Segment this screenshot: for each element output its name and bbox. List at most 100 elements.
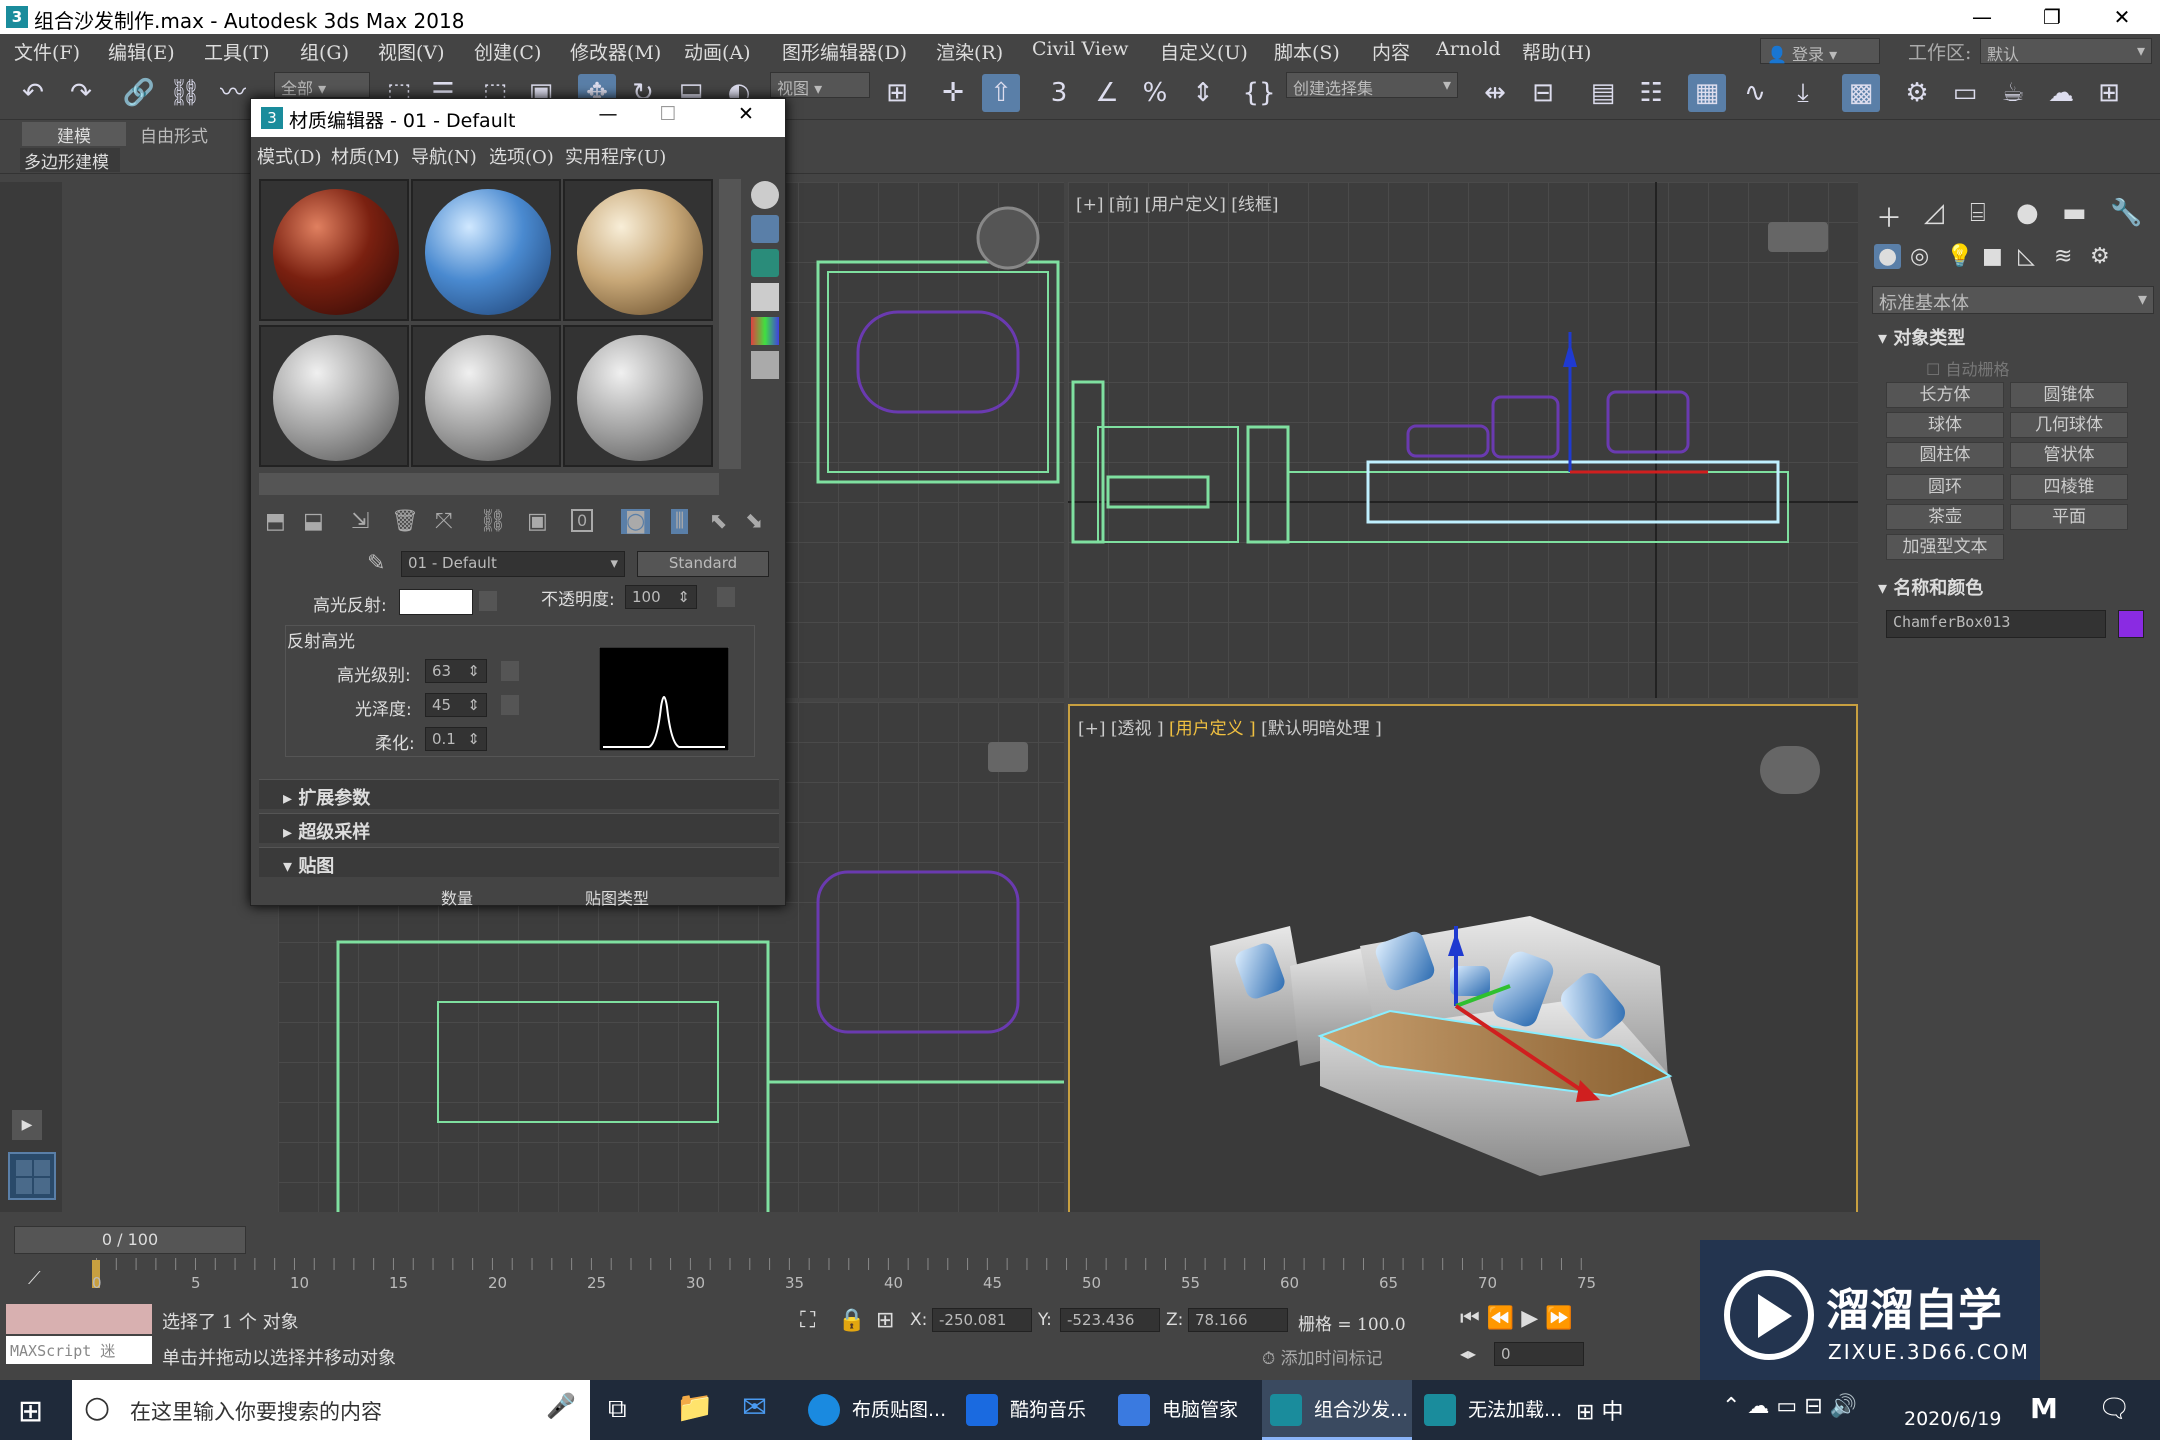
- percent-snap-icon[interactable]: %: [1136, 74, 1174, 112]
- close-button[interactable]: ✕: [729, 103, 763, 125]
- reset-map-icon[interactable]: 🗑: [391, 509, 419, 534]
- render-cloud-icon[interactable]: ☁: [2042, 74, 2080, 112]
- soften-spinner[interactable]: 0.1 ⇕: [425, 727, 487, 751]
- current-frame-field[interactable]: 0: [1494, 1342, 1584, 1366]
- search-box[interactable]: ○ 在这里输入你要搜索的内容 🎤: [72, 1380, 590, 1440]
- taskbar-kugou-app[interactable]: 酷狗音乐: [958, 1380, 1098, 1440]
- menu-help[interactable]: 帮助(H): [1522, 38, 1591, 65]
- hierarchy-tab-icon[interactable]: ⌸: [1970, 198, 1986, 229]
- mated-menu-options[interactable]: 选项(O): [489, 143, 554, 169]
- material-name-field[interactable]: 01 - Default ▾: [401, 551, 625, 577]
- play-icon[interactable]: ▶: [1521, 1306, 1538, 1331]
- modify-tab-icon[interactable]: ◿: [1924, 198, 1944, 228]
- restore-button[interactable]: ❐: [2032, 2, 2072, 32]
- material-id-channel-icon[interactable]: 0: [571, 509, 594, 532]
- menu-edit[interactable]: 编辑(E): [108, 38, 175, 65]
- spec-color-swatch[interactable]: [399, 589, 473, 615]
- minimize-button[interactable]: —: [591, 103, 625, 125]
- sample-type-icon[interactable]: [751, 181, 779, 209]
- material-editor-icon[interactable]: ▩: [1842, 74, 1880, 112]
- maxscript-mini-listener[interactable]: MAXScript 迷: [6, 1336, 152, 1364]
- material-type-button[interactable]: Standard: [637, 551, 769, 577]
- put-to-scene-icon[interactable]: ⬓: [303, 509, 324, 534]
- menu-tools[interactable]: 工具(T): [204, 38, 270, 65]
- rollout-extended-params[interactable]: ▸ 扩展参数: [259, 779, 779, 809]
- align-icon[interactable]: ⊟: [1524, 74, 1562, 112]
- file-explorer-icon[interactable]: 📁: [676, 1390, 713, 1425]
- assign-to-selection-icon[interactable]: ⇲: [351, 509, 369, 534]
- maximize-button[interactable]: ☐: [651, 103, 685, 125]
- ribbon-polygon-modeling[interactable]: 多边形建模: [20, 148, 120, 173]
- object-type-rollout[interactable]: ▾ 对象类型: [1878, 324, 1965, 350]
- cameras-icon[interactable]: ■: [1982, 244, 2003, 269]
- geometry-type-dropdown[interactable]: 标准基本体 ▾: [1872, 286, 2154, 314]
- menu-modifiers[interactable]: 修改器(M): [570, 38, 661, 65]
- make-preview-icon[interactable]: [751, 351, 779, 379]
- plane-button[interactable]: 平面: [2010, 504, 2128, 530]
- bind-spacewarp-icon[interactable]: 〰: [214, 74, 252, 112]
- rollout-supersampling[interactable]: ▸ 超级采样: [259, 813, 779, 843]
- unlink-icon[interactable]: ⛓: [166, 74, 204, 112]
- menu-views[interactable]: 视图(V): [378, 38, 445, 65]
- slots-scrollbar[interactable]: [719, 179, 741, 469]
- rendered-frame-icon[interactable]: ▭: [1946, 74, 1984, 112]
- shapes-icon[interactable]: ◎: [1910, 244, 1929, 269]
- sample-slot-marble[interactable]: [563, 179, 713, 321]
- display-tab-icon[interactable]: ▬: [2062, 198, 2087, 228]
- sample-slot-sky[interactable]: [411, 179, 561, 321]
- z-field[interactable]: 78.166: [1188, 1308, 1288, 1332]
- show-end-result-icon[interactable]: ⫴: [671, 509, 689, 534]
- box-button[interactable]: 长方体: [1886, 382, 2004, 408]
- geometry-icon[interactable]: ●: [1874, 244, 1902, 269]
- lights-icon[interactable]: 💡: [1946, 244, 1973, 269]
- geosphere-button[interactable]: 几何球体: [2010, 412, 2128, 438]
- pyramid-button[interactable]: 四棱锥: [2010, 474, 2128, 500]
- spinner-snap-icon[interactable]: ⇕: [1184, 74, 1222, 112]
- workspace-dropdown[interactable]: 默认 ▾: [1980, 38, 2152, 64]
- gloss-spinner[interactable]: 45 ⇕: [425, 693, 487, 717]
- mated-menu-navigation[interactable]: 导航(N): [411, 143, 477, 169]
- gloss-map-button[interactable]: [501, 695, 519, 715]
- x-field[interactable]: -250.081: [932, 1308, 1032, 1332]
- menu-create[interactable]: 创建(C): [474, 38, 541, 65]
- uv-tiling-icon[interactable]: [751, 283, 779, 311]
- minimize-button[interactable]: —: [1962, 2, 2002, 32]
- taskbar-3dsmax-app[interactable]: 组合沙发...: [1262, 1380, 1412, 1440]
- sample-slot-gray[interactable]: [411, 325, 561, 467]
- object-color-swatch[interactable]: [2118, 610, 2144, 638]
- teapot-button[interactable]: 茶壶: [1886, 504, 2004, 530]
- windows-start-icon[interactable]: ⊞: [18, 1394, 43, 1429]
- material-id-icon[interactable]: ▣: [527, 509, 548, 534]
- menu-content[interactable]: 内容: [1372, 38, 1410, 65]
- manipulate-icon[interactable]: ✛: [934, 74, 972, 112]
- task-view-icon[interactable]: ⧉: [608, 1394, 627, 1425]
- autogrid-checkbox[interactable]: ☐ 自动栅格: [1926, 356, 2009, 380]
- notification-icon[interactable]: 🗨: [2098, 1394, 2131, 1424]
- angle-snap-icon[interactable]: ∠: [1088, 74, 1126, 112]
- lock-icon[interactable]: 🔒: [838, 1308, 865, 1333]
- taskbar-pcmgr-app[interactable]: 电脑管家: [1110, 1380, 1250, 1440]
- viewport-front[interactable]: [+] [前] [用户定义] [线框]: [1068, 182, 1858, 698]
- tab-freeform[interactable]: 自由形式: [140, 122, 208, 147]
- close-button[interactable]: ✕: [2102, 2, 2142, 32]
- pivot-center-icon[interactable]: ⊞: [878, 74, 916, 112]
- menu-animation[interactable]: 动画(A): [684, 38, 751, 65]
- sample-slot-gray[interactable]: [563, 325, 713, 467]
- menu-graph-editors[interactable]: 图形编辑器(D): [782, 38, 907, 65]
- viewport-layout-icon[interactable]: [8, 1152, 56, 1200]
- keyboard-shortcut-override-icon[interactable]: ⇧: [982, 74, 1020, 112]
- named-selection-dropdown[interactable]: 创建选择集 ▾: [1286, 72, 1458, 98]
- microphone-icon[interactable]: 🎤: [546, 1392, 576, 1420]
- clock-date[interactable]: 2020/6/19: [1904, 1408, 2001, 1430]
- background-icon[interactable]: [751, 249, 779, 277]
- layer-explorer-icon[interactable]: ☷: [1632, 74, 1670, 112]
- go-to-parent-icon[interactable]: ⬉: [709, 509, 727, 534]
- render-setup-icon[interactable]: ⚙: [1898, 74, 1936, 112]
- cone-button[interactable]: 圆锥体: [2010, 382, 2128, 408]
- ime-indicator[interactable]: ⊞ 中: [1576, 1394, 1623, 1426]
- create-tab-icon[interactable]: ＋: [1876, 198, 1902, 235]
- menu-file[interactable]: 文件(F): [14, 38, 80, 65]
- go-forward-sibling-icon[interactable]: ⬊: [745, 509, 763, 534]
- utilities-tab-icon[interactable]: 🔧: [2110, 198, 2142, 228]
- snaps-toggle-icon[interactable]: 3: [1040, 74, 1078, 112]
